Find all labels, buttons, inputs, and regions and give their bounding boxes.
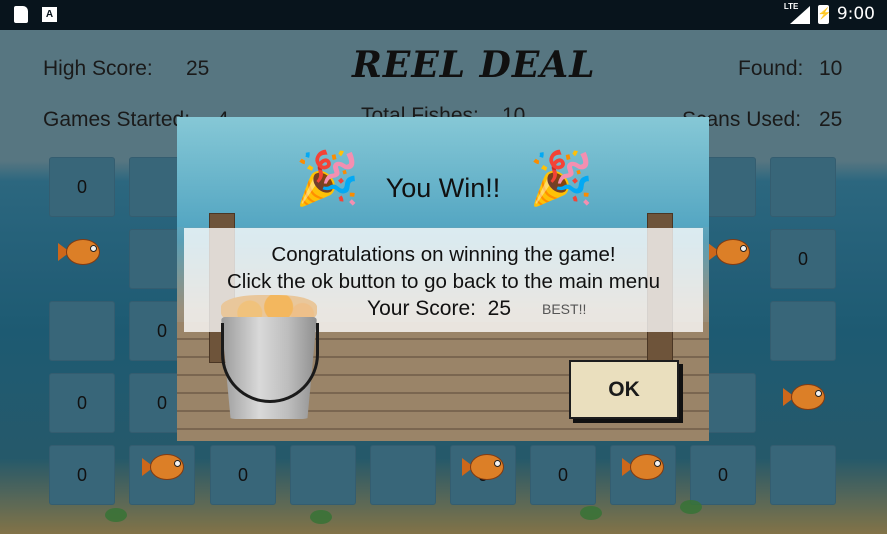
sd-card-icon [14,6,28,23]
win-dialog: 🎉 🎉 You Win!! Congratulations on winning… [177,117,709,441]
signal-icon: LTE [784,2,810,24]
dialog-background-sky [177,117,709,227]
score-value: 25 [487,297,511,320]
ok-button[interactable]: OK [569,360,679,419]
dialog-message-line2: Click the ok button to go back to the ma… [226,270,661,293]
best-badge: BEST!! [542,301,587,317]
dialog-message-line1: Congratulations on winning the game! [271,243,616,266]
a-icon: A [42,7,57,22]
score-label-text: Your Score: [367,297,476,320]
dialog-title: You Win!! [385,173,501,203]
battery-charging-icon [817,4,832,24]
status-bar-left: A [14,6,57,23]
score-label: Your Score: 25 [367,297,511,321]
clock: 9:00 [836,4,875,24]
status-bar-right: LTE 9:00 [784,2,875,24]
status-bar: A LTE 9:00 [0,0,887,30]
